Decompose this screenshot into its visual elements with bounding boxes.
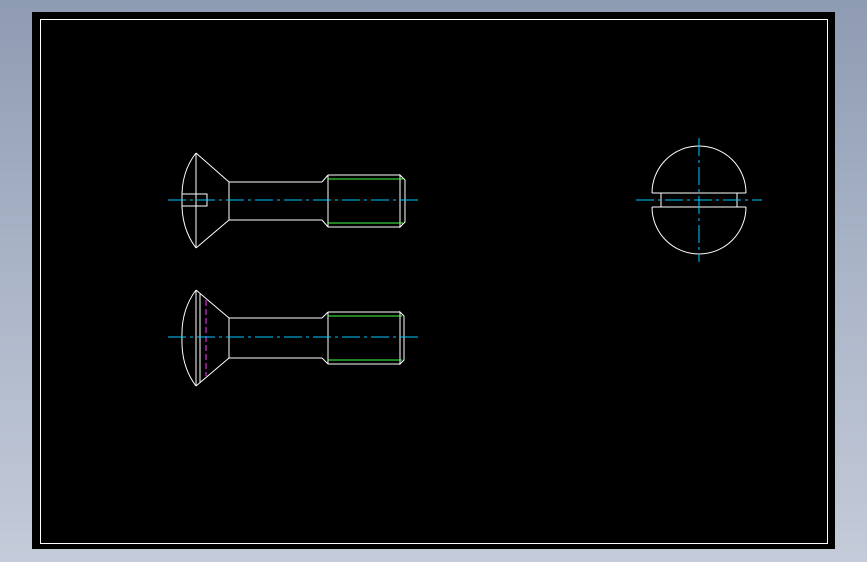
shoulder-lower-bottom <box>321 357 329 365</box>
shoulder-upper-top <box>321 174 329 183</box>
head-dome-bottom <box>181 289 197 387</box>
head-taper-lower-top <box>195 219 230 249</box>
end-view-centerlines <box>636 138 762 262</box>
cad-drawing <box>40 19 828 544</box>
thread-minor-lines-top <box>328 178 403 224</box>
shoulder-lower-top <box>321 219 329 228</box>
head-taper-upper-top <box>195 152 230 183</box>
head-taper-upper-bottom <box>195 289 230 319</box>
thread-end-chamfer-bottom <box>399 310 405 366</box>
thread-minor-lines-bottom <box>328 315 402 361</box>
drawing-frame <box>40 19 828 544</box>
thread-end-chamfer-top <box>399 173 406 229</box>
shoulder-upper-bottom <box>321 311 329 319</box>
head-taper-lower-bottom <box>195 357 230 387</box>
screw-side-view-bottom <box>181 289 405 387</box>
